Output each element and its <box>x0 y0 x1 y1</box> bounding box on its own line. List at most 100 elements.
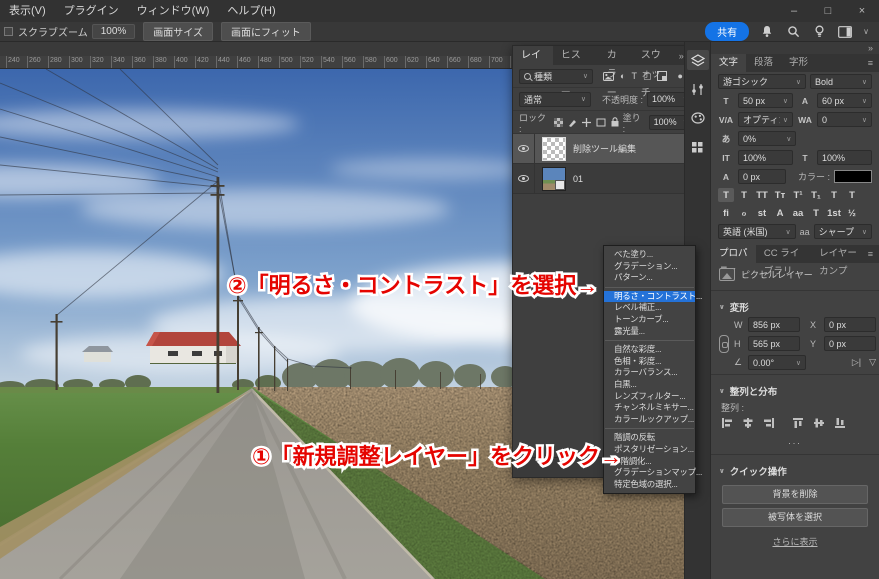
align-top-icon[interactable] <box>792 417 804 429</box>
menu-item[interactable]: カラールックアップ... <box>604 414 695 426</box>
menu-item[interactable]: パターン... <box>604 272 695 284</box>
menu-item[interactable]: チャンネルミキサー... <box>604 402 695 414</box>
more-options[interactable]: ... <box>711 432 879 450</box>
flip-horizontal-icon[interactable]: ▷| <box>852 357 861 368</box>
width-field[interactable]: 856 px <box>748 317 800 332</box>
fit-screen-button[interactable]: 画面にフィット <box>221 22 311 41</box>
leading-dropdown[interactable]: 60 px∨ <box>817 93 872 108</box>
font-family-dropdown[interactable]: 游ゴシック∨ <box>718 74 806 89</box>
lock-all-icon[interactable] <box>611 117 619 127</box>
panel-menu-icon[interactable]: ≡ <box>868 54 879 72</box>
adjustments-dock-icon[interactable] <box>687 79 709 99</box>
text-color-swatch[interactable] <box>834 170 872 183</box>
menu-item[interactable]: 特定色域の選択... <box>604 479 695 491</box>
menu-item[interactable]: 白黒... <box>604 379 695 391</box>
text-style-button[interactable]: T <box>718 188 734 202</box>
lock-position-icon[interactable] <box>582 118 591 127</box>
filter-adjustment-layers-icon[interactable]: ◐ <box>620 71 625 81</box>
filter-type-layers-icon[interactable]: T <box>631 71 637 81</box>
text-style-button[interactable]: Tᴛ <box>772 188 788 202</box>
vertical-scale-field[interactable]: 100% <box>738 150 793 165</box>
layer-row-delete-tool-edit[interactable]: 削除ツール編集 <box>513 134 699 164</box>
opentype-button[interactable]: fi <box>718 206 734 220</box>
menu-item[interactable]: カラーバランス... <box>604 367 695 379</box>
menu-view[interactable]: 表示(V) <box>0 0 55 22</box>
filter-type-dropdown[interactable]: 種類 ∨ <box>519 69 593 84</box>
tsume-dropdown[interactable]: 0%∨ <box>738 131 796 146</box>
text-style-button[interactable]: T₁ <box>808 188 824 202</box>
tab-layers[interactable]: レイヤー <box>513 46 553 65</box>
text-style-button[interactable]: T¹ <box>790 188 806 202</box>
workspace-icon[interactable] <box>837 25 853 39</box>
opentype-button[interactable]: aa <box>790 206 806 220</box>
align-middle-v-icon[interactable] <box>813 417 825 429</box>
tab-color[interactable]: カラー <box>599 46 633 65</box>
text-style-button[interactable]: TT <box>754 188 770 202</box>
x-field[interactable]: 0 px <box>824 317 876 332</box>
menu-item[interactable]: 明るさ・コントラスト... <box>604 291 695 303</box>
text-style-button[interactable]: T <box>826 188 842 202</box>
scrub-zoom-checkbox[interactable] <box>4 27 13 36</box>
transform-section-header[interactable]: ∨ 変形 <box>711 295 879 317</box>
menu-window[interactable]: ウィンドウ(W) <box>128 0 219 22</box>
show-more-link[interactable]: さらに表示 <box>711 531 879 548</box>
opentype-button[interactable]: ½ <box>844 206 860 220</box>
share-button[interactable]: 共有 <box>705 22 749 41</box>
align-left-icon[interactable] <box>721 417 733 429</box>
layer-thumbnail-photo[interactable] <box>542 167 566 191</box>
menu-item[interactable]: 色相・彩度... <box>604 356 695 368</box>
layers-dock-icon[interactable] <box>687 50 709 70</box>
menu-item[interactable]: レンズフィルター... <box>604 391 695 403</box>
text-style-button[interactable]: T <box>736 188 752 202</box>
collapse-panel-icon[interactable]: » <box>679 51 684 61</box>
align-section-header[interactable]: ∨ 整列と分布 <box>711 379 879 401</box>
tracking-dropdown[interactable]: 0∨ <box>817 112 872 127</box>
filter-toggle-icon[interactable]: ● <box>677 71 682 81</box>
menu-help[interactable]: ヘルプ(H) <box>218 0 284 22</box>
tab-layer-comps[interactable]: レイヤーカンプ <box>811 245 868 263</box>
tab-cc-libraries[interactable]: CC ライブラリ <box>756 245 811 263</box>
bell-icon[interactable] <box>759 25 775 39</box>
menu-item[interactable]: 露光量... <box>604 326 695 338</box>
filter-pixel-layers-icon[interactable] <box>603 72 614 81</box>
zoom-value-field[interactable]: 100% <box>92 24 136 39</box>
lock-artboard-icon[interactable] <box>596 118 606 127</box>
text-style-button[interactable]: T <box>844 188 860 202</box>
baseline-field[interactable]: 0 px <box>738 169 786 184</box>
filter-smart-object-icon[interactable] <box>657 71 667 81</box>
collapse-dock-icon[interactable]: » <box>868 43 873 53</box>
visibility-toggle[interactable] <box>513 134 535 163</box>
language-dropdown[interactable]: 英語 (米国)∨ <box>718 224 796 239</box>
screen-size-button[interactable]: 画面サイズ <box>143 22 213 41</box>
opentype-button[interactable]: ℴ <box>736 206 752 220</box>
menu-item[interactable]: 自然な彩度... <box>604 344 695 356</box>
select-subject-button[interactable]: 被写体を選択 <box>722 508 868 527</box>
swatches-dock-icon[interactable] <box>687 137 709 157</box>
font-style-dropdown[interactable]: Bold∨ <box>810 74 872 89</box>
y-field[interactable]: 0 px <box>824 336 876 351</box>
menu-item[interactable]: トーンカーブ... <box>604 314 695 326</box>
tab-swatches[interactable]: スウォッチ <box>633 46 679 65</box>
menu-plugins[interactable]: プラグイン <box>55 0 128 22</box>
menu-item[interactable]: グラデーション... <box>604 261 695 273</box>
chevron-down-icon[interactable]: ∨ <box>863 27 869 36</box>
panel-menu-icon[interactable]: ≡ <box>868 245 879 263</box>
opentype-button[interactable]: 1st <box>826 206 842 220</box>
opentype-button[interactable]: A <box>772 206 788 220</box>
align-bottom-icon[interactable] <box>834 417 846 429</box>
tab-glyphs[interactable]: 字形 <box>781 54 816 72</box>
search-icon[interactable] <box>785 25 801 39</box>
align-right-icon[interactable] <box>763 417 775 429</box>
antialias-dropdown[interactable]: シャープ∨ <box>814 224 872 239</box>
tab-character[interactable]: 文字 <box>711 54 746 72</box>
close-button[interactable]: × <box>845 0 879 22</box>
flip-vertical-icon[interactable]: ▽ <box>869 357 876 368</box>
lightbulb-icon[interactable] <box>811 25 827 39</box>
filter-shape-layers-icon[interactable]: ▢ <box>643 71 652 82</box>
font-size-dropdown[interactable]: 50 px∨ <box>738 93 793 108</box>
lock-pixels-icon[interactable] <box>568 118 577 127</box>
layer-name[interactable]: 01 <box>573 174 583 184</box>
maximize-button[interactable]: □ <box>811 0 845 22</box>
menu-item[interactable]: べた塗り... <box>604 249 695 261</box>
layer-row-01[interactable]: 01 <box>513 164 699 194</box>
